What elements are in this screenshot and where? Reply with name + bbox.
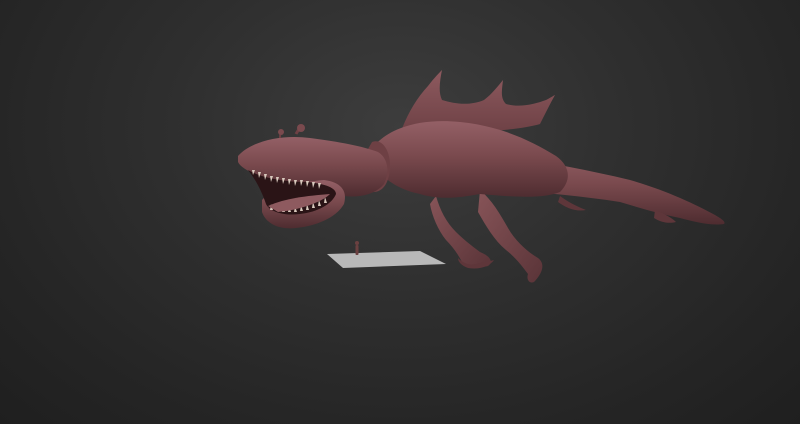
hind-leg <box>478 190 543 283</box>
scene-canvas[interactable] <box>0 0 800 424</box>
torso <box>375 121 568 198</box>
3d-viewport[interactable] <box>0 0 800 424</box>
creature-model[interactable] <box>238 70 725 283</box>
belly-spike <box>558 196 586 211</box>
ground-plane[interactable] <box>327 251 446 268</box>
eye-stalks <box>278 124 305 139</box>
human-scale-figure[interactable] <box>355 241 359 255</box>
